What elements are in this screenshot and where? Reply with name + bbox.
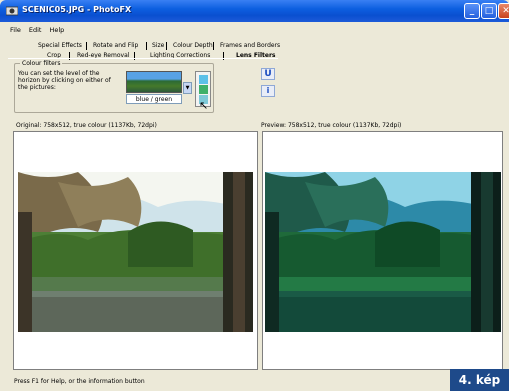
undo-button[interactable]: U <box>261 68 275 80</box>
original-photo <box>18 172 253 332</box>
filter-select[interactable]: blue / green <box>126 94 182 104</box>
tab-divider <box>146 42 147 50</box>
original-info: Original: 758x512, true colour (1137Kb, … <box>16 122 157 129</box>
menu-file[interactable]: File <box>10 24 21 36</box>
original-image-pane[interactable] <box>13 131 258 370</box>
preview-photo <box>265 172 501 332</box>
tab-colour-depth[interactable]: Colour Depth <box>173 42 213 49</box>
tab-special-effects[interactable]: Special Effects <box>38 42 82 49</box>
swatch-middle[interactable] <box>199 85 208 94</box>
tab-divider <box>213 42 214 50</box>
tab-size[interactable]: Size <box>152 42 164 49</box>
menu-bar: File Edit Help <box>4 24 505 36</box>
maximize-button[interactable]: □ <box>481 3 497 19</box>
swatch-top[interactable] <box>199 75 208 84</box>
tab-divider <box>166 42 167 50</box>
preview-info: Preview: 758x512, true colour (1137Kb, 7… <box>261 122 402 129</box>
figure-badge: 4. kép <box>450 369 509 391</box>
tab-divider <box>86 42 87 50</box>
status-bar-text: Press F1 for Help, or the information bu… <box>14 378 145 385</box>
app-icon <box>6 6 18 16</box>
mouse-pointer-icon: ↖ <box>199 99 209 112</box>
info-button[interactable]: i <box>261 85 275 97</box>
tab-frames-borders[interactable]: Frames and Borders <box>220 42 280 49</box>
window-title: SCENIC05.JPG - PhotoFX <box>22 5 132 14</box>
horizon-hint: You can set the level of the horizon by … <box>18 70 111 91</box>
title-bar: SCENIC05.JPG - PhotoFX _ □ ✕ <box>0 0 509 22</box>
minimize-button[interactable]: _ <box>464 3 480 19</box>
filter-preview-thumbnail[interactable] <box>126 71 182 93</box>
group-label: Colour filters <box>20 60 63 67</box>
menu-help[interactable]: Help <box>49 24 64 36</box>
menu-edit[interactable]: Edit <box>29 24 42 36</box>
chevron-down-icon[interactable]: ▼ <box>183 82 192 94</box>
preview-image-pane[interactable] <box>262 131 503 370</box>
close-button[interactable]: ✕ <box>498 3 509 19</box>
tab-rotate-flip[interactable]: Rotate and Flip <box>93 42 138 49</box>
